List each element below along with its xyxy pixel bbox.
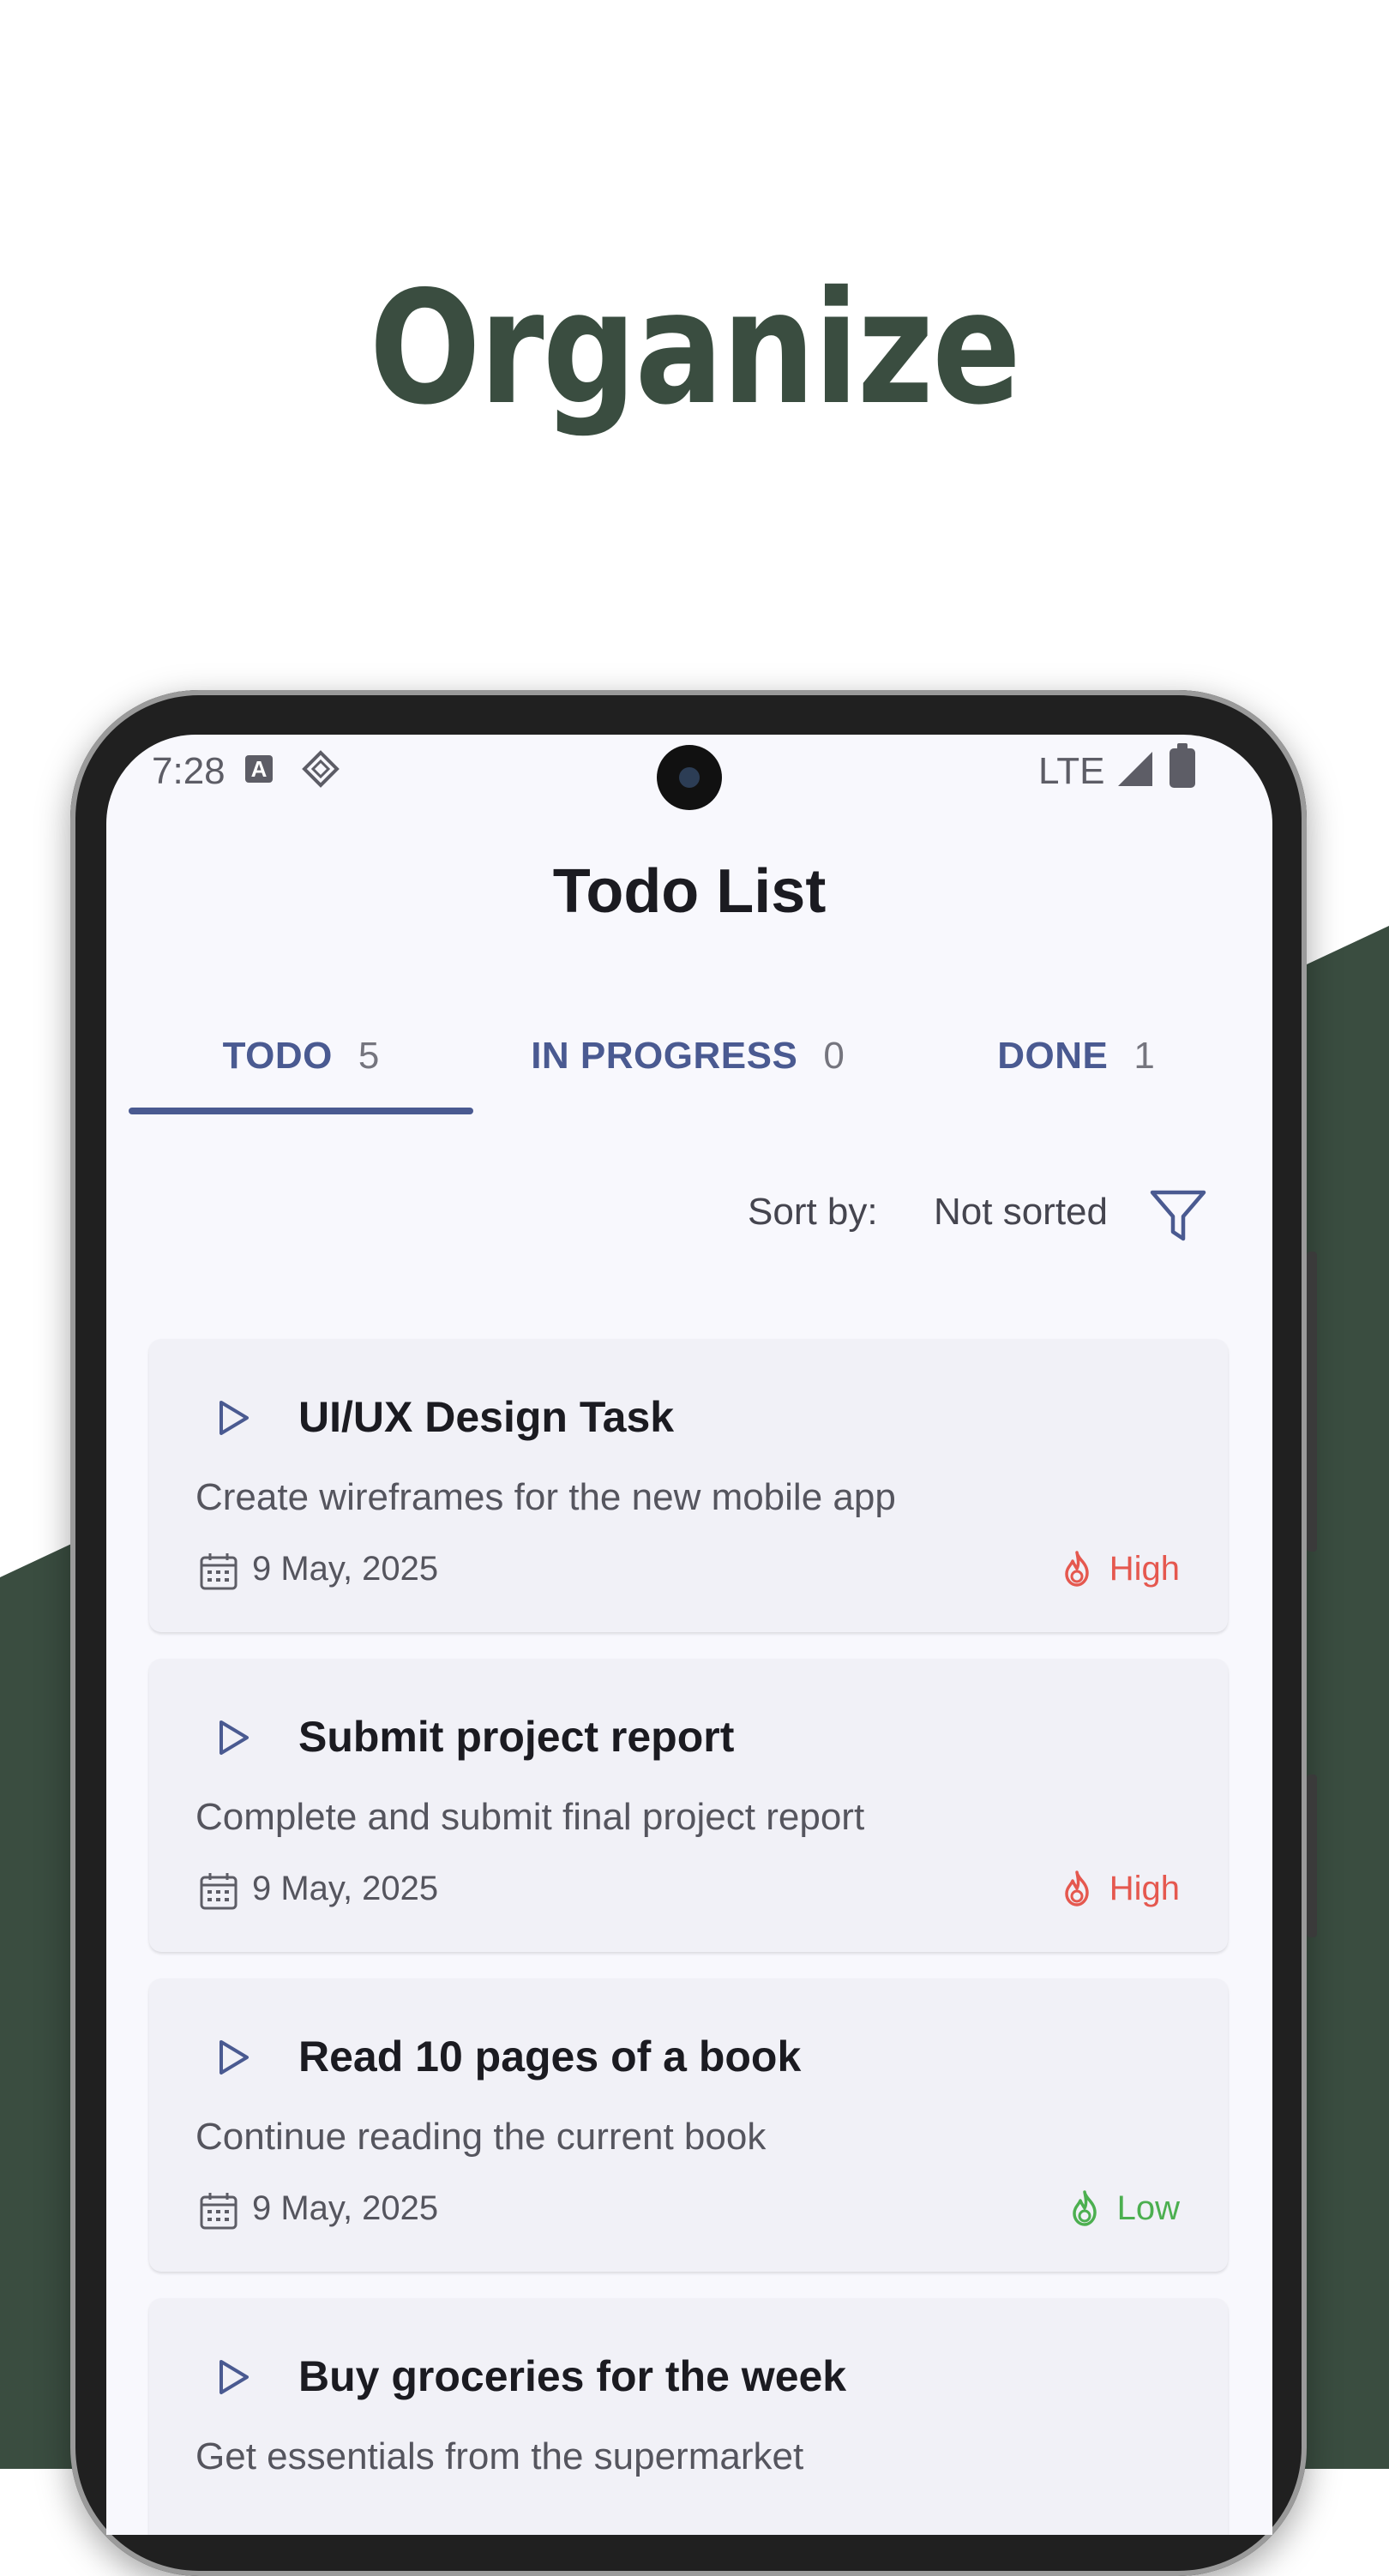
sort-label: Sort by: bbox=[748, 1191, 878, 1233]
task-description: Continue reading the current book bbox=[195, 2116, 767, 2158]
page-title: Todo List bbox=[552, 857, 827, 926]
tab-in-progress[interactable]: IN PROGRESS 0 bbox=[473, 1002, 902, 1109]
play-icon[interactable] bbox=[206, 1392, 257, 1444]
task-date: 9 May, 2025 bbox=[252, 1870, 439, 1907]
hero-title: Organize bbox=[369, 257, 1021, 439]
task-card[interactable]: Read 10 pages of a book Continue reading… bbox=[149, 1979, 1228, 2272]
priority-label: High bbox=[1109, 1549, 1180, 1588]
task-title: UI/UX Design Task bbox=[298, 1393, 675, 1441]
task-date: 9 May, 2025 bbox=[252, 2189, 439, 2227]
priority-badge: High bbox=[1056, 1548, 1180, 1589]
tab-done[interactable]: DONE 1 bbox=[902, 1002, 1250, 1109]
tab-count: 1 bbox=[1133, 1034, 1155, 1077]
status-bar: 7:28 A LTE bbox=[106, 735, 1272, 810]
task-card[interactable]: Submit project report Complete and submi… bbox=[149, 1659, 1228, 1952]
tab-indicator bbox=[129, 1108, 473, 1114]
calendar-icon bbox=[200, 2193, 238, 2230]
flame-icon bbox=[1064, 1551, 1089, 1587]
tab-count: 5 bbox=[358, 1034, 380, 1077]
task-title: Buy groceries for the week bbox=[298, 2352, 847, 2400]
calendar-icon bbox=[200, 1873, 238, 1910]
status-time: 7:28 bbox=[152, 750, 225, 792]
flame-icon bbox=[1072, 2190, 1097, 2226]
front-camera bbox=[657, 745, 722, 810]
task-card[interactable]: UI/UX Design Task Create wireframes for … bbox=[149, 1339, 1228, 1632]
priority-label: Low bbox=[1116, 2189, 1180, 2227]
priority-badge: High bbox=[1056, 1868, 1180, 1909]
priority-badge: Low bbox=[1064, 2188, 1180, 2229]
task-date: 9 May, 2025 bbox=[252, 1550, 439, 1588]
play-icon[interactable] bbox=[206, 2351, 257, 2403]
task-title: Submit project report bbox=[298, 1713, 735, 1761]
battery-icon bbox=[1170, 743, 1195, 788]
tab-label: IN PROGRESS bbox=[531, 1034, 798, 1077]
diamond-notification-icon bbox=[302, 750, 340, 788]
task-title: Read 10 pages of a book bbox=[298, 2033, 802, 2081]
phone-volume-button bbox=[1307, 1252, 1317, 1552]
task-description: Create wireframes for the new mobile app bbox=[195, 1476, 896, 1518]
tab-count: 0 bbox=[823, 1034, 845, 1077]
a-notification-icon: A bbox=[245, 755, 273, 783]
play-icon[interactable] bbox=[206, 1712, 257, 1763]
phone-power-button bbox=[1307, 1774, 1317, 1937]
task-description: Get essentials from the supermarket bbox=[195, 2435, 804, 2477]
priority-label: High bbox=[1109, 1869, 1180, 1907]
filter-icon[interactable] bbox=[1144, 1180, 1212, 1249]
signal-icon bbox=[1118, 752, 1152, 786]
play-icon[interactable] bbox=[206, 2032, 257, 2083]
task-description: Complete and submit final project report bbox=[195, 1796, 865, 1838]
network-type: LTE bbox=[1038, 750, 1105, 792]
tab-label: TODO bbox=[222, 1034, 333, 1077]
tab-todo[interactable]: TODO 5 bbox=[129, 1002, 473, 1109]
tab-bar: TODO 5 IN PROGRESS 0 DONE 1 bbox=[129, 1002, 1250, 1114]
phone-screen: 7:28 A LTE Todo List TODO 5 IN PROGRESS … bbox=[106, 735, 1272, 2535]
sort-dropdown[interactable]: Not sorted bbox=[934, 1191, 1108, 1234]
calendar-icon bbox=[200, 1553, 238, 1590]
sort-row: Sort by: Not sorted bbox=[106, 1180, 1272, 1249]
task-card[interactable]: Buy groceries for the week Get essential… bbox=[149, 2298, 1228, 2535]
flame-icon bbox=[1064, 1870, 1089, 1906]
tab-label: DONE bbox=[997, 1034, 1109, 1077]
